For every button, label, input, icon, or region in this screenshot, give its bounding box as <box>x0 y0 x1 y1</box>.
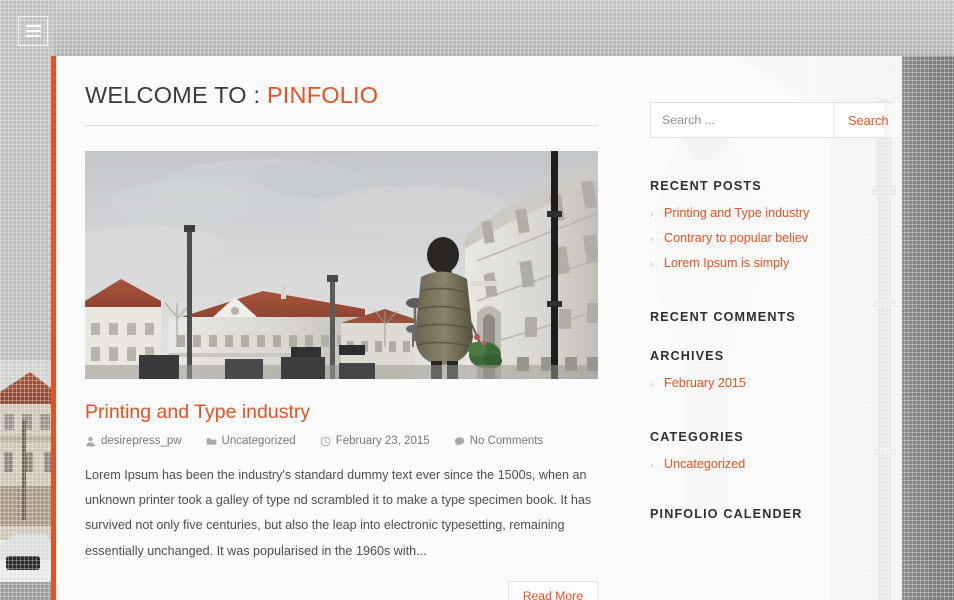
category-link[interactable]: Uncategorized <box>664 457 745 471</box>
content-column: WELCOME TO : PINFOLIO Printing and Type … <box>56 56 645 600</box>
list-item[interactable]: › Contrary to popular believ <box>650 231 885 245</box>
search-button[interactable]: Search <box>833 103 902 137</box>
categories-list: › Uncategorized <box>650 457 885 471</box>
widget-categories: CATEGORIES › Uncategorized <box>650 430 885 471</box>
post-category-label: Uncategorized <box>221 435 296 447</box>
post-excerpt: Lorem Ipsum has been the industry's stan… <box>85 468 592 558</box>
archive-link[interactable]: February 2015 <box>664 376 746 390</box>
recent-post-link[interactable]: Contrary to popular believ <box>664 231 808 245</box>
page-title: WELCOME TO : PINFOLIO <box>85 82 617 109</box>
recent-posts-list: › Printing and Type industry › Contrary … <box>650 206 885 270</box>
archives-list: › February 2015 <box>650 376 885 390</box>
chevron-right-icon: › <box>650 233 654 245</box>
widget-title-pinfolio-calender: PINFOLIO CALENDER <box>650 507 803 521</box>
post-date-label: February 23, 2015 <box>335 435 430 447</box>
panel-body: WELCOME TO : PINFOLIO Printing and Type … <box>56 56 902 600</box>
widget-title-categories: CATEGORIES <box>650 430 744 444</box>
title-divider <box>85 125 598 126</box>
read-more-row: Read More <box>85 580 598 600</box>
search-input[interactable] <box>651 103 833 137</box>
read-more-button[interactable]: Read More <box>507 580 598 600</box>
background-left-band <box>0 0 54 360</box>
list-item[interactable]: › Lorem Ipsum is simply <box>650 256 885 270</box>
widget-recent-posts: RECENT POSTS › Printing and Type industr… <box>650 179 885 270</box>
widget-pinfolio-calender: PINFOLIO CALENDER <box>650 507 885 521</box>
recent-post-link[interactable]: Printing and Type industry <box>664 206 809 220</box>
hamburger-bar-3 <box>25 35 41 37</box>
page-title-brand: PINFOLIO <box>266 82 379 108</box>
widget-title-recent-posts: RECENT POSTS <box>650 179 762 193</box>
hamburger-menu-icon[interactable] <box>18 16 48 46</box>
folder-icon <box>206 437 216 445</box>
sidebar: Search RECENT POSTS › Printing and Type … <box>645 56 902 600</box>
list-item[interactable]: › Uncategorized <box>650 457 885 471</box>
post-title[interactable]: Printing and Type industry <box>85 401 617 424</box>
list-item[interactable]: › Printing and Type industry <box>650 206 885 220</box>
chevron-right-icon: › <box>650 378 654 390</box>
post-comments-label: No Comments <box>469 435 544 447</box>
widget-archives: ARCHIVES › February 2015 <box>650 349 885 390</box>
list-item[interactable]: › February 2015 <box>650 376 885 390</box>
comment-icon <box>454 436 464 446</box>
post-author-label: desirepress_pw <box>101 435 182 447</box>
widget-title-archives: ARCHIVES <box>650 349 725 363</box>
page-panel: WELCOME TO : PINFOLIO Printing and Type … <box>51 56 902 600</box>
post-comments[interactable]: No Comments <box>454 435 544 447</box>
hamburger-bar-2 <box>25 30 41 32</box>
post-meta: desirepress_pw Uncategorized February 23… <box>85 435 617 447</box>
chevron-right-icon: › <box>650 208 654 220</box>
post-category[interactable]: Uncategorized <box>206 435 296 447</box>
chevron-right-icon: › <box>650 258 654 270</box>
search-form: Search <box>650 102 902 138</box>
chevron-right-icon: › <box>650 459 654 471</box>
clock-icon <box>320 436 331 446</box>
background-top-band <box>0 0 954 56</box>
featured-post-image[interactable] <box>85 151 598 379</box>
post-date: February 23, 2015 <box>320 435 430 447</box>
page-title-prefix: WELCOME TO : <box>85 82 267 108</box>
widget-recent-comments: RECENT COMMENTS <box>650 310 885 324</box>
hamburger-bar-1 <box>25 25 41 27</box>
post-author[interactable]: desirepress_pw <box>85 435 182 447</box>
widget-title-recent-comments: RECENT COMMENTS <box>650 310 796 324</box>
recent-post-link[interactable]: Lorem Ipsum is simply <box>664 256 789 270</box>
user-icon <box>86 436 95 446</box>
